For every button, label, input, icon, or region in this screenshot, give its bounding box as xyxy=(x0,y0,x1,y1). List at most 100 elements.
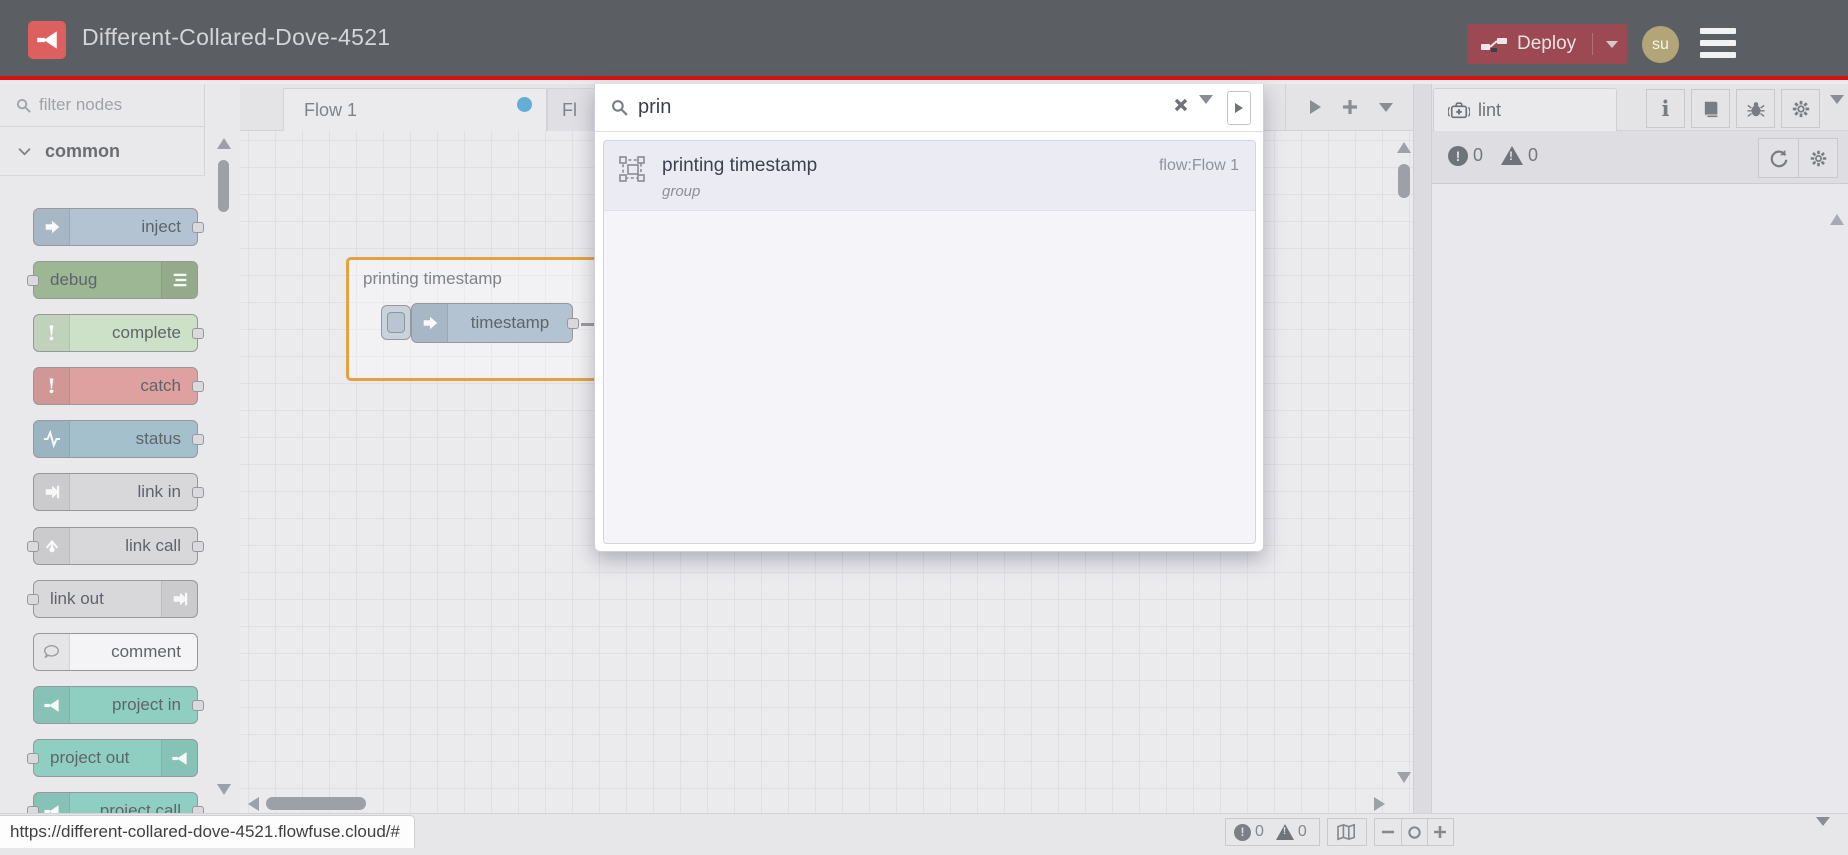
app-header: Different-Collared-Dove-4521 Deploy su xyxy=(0,0,1848,80)
scroll-down-icon[interactable] xyxy=(1397,772,1411,783)
scroll-up-icon[interactable] xyxy=(1830,197,1844,225)
timestamp-inject-node[interactable]: timestamp xyxy=(411,303,579,343)
deploy-button[interactable]: Deploy xyxy=(1467,24,1627,64)
output-port[interactable] xyxy=(192,222,204,233)
browser-status-url: https://different-collared-dove-4521.flo… xyxy=(0,815,415,848)
sidebar-overflow-caret[interactable] xyxy=(1830,95,1844,122)
tabbar-toolbar xyxy=(1285,84,1403,130)
output-port[interactable] xyxy=(192,381,204,392)
result-flow-label: flow:Flow 1 xyxy=(1158,157,1239,174)
clear-search-icon[interactable] xyxy=(1173,97,1189,113)
result-type: group xyxy=(662,183,701,200)
output-port[interactable] xyxy=(192,487,204,498)
palette-node-catch[interactable]: ! catch xyxy=(33,367,204,405)
palette-node-debug[interactable]: debug xyxy=(27,261,198,299)
input-port[interactable] xyxy=(27,275,39,286)
notification-counts[interactable]: ! 0 0 xyxy=(1225,818,1320,846)
palette-node-project-in[interactable]: project in xyxy=(33,686,204,724)
scroll-up-icon[interactable] xyxy=(1397,142,1411,153)
node-group-printing-timestamp[interactable]: printing timestamp timestamp xyxy=(346,257,611,381)
flowfuse-logo-icon[interactable] xyxy=(28,21,66,59)
palette-node-comment[interactable]: comment xyxy=(33,633,198,671)
palette-node-link-call[interactable]: link call xyxy=(27,527,204,565)
sidebar-tabbar: lint i xyxy=(1432,84,1848,131)
canvas-vertical-scrollbar[interactable] xyxy=(1396,131,1413,795)
input-port[interactable] xyxy=(27,594,39,605)
output-port[interactable] xyxy=(192,541,204,552)
palette-node-link-out[interactable]: link out xyxy=(27,580,198,618)
scroll-left-icon[interactable] xyxy=(248,797,259,811)
palette-node-label: link call xyxy=(125,536,181,555)
tab-flow-2[interactable]: Fl xyxy=(547,88,597,131)
search-result-item[interactable]: printing timestamp group flow:Flow 1 xyxy=(604,141,1255,211)
palette-node-label: debug xyxy=(50,270,98,289)
user-avatar[interactable]: su xyxy=(1642,26,1679,63)
palette-node-label: inject xyxy=(141,217,181,236)
lint-counts: ! 0 0 xyxy=(1448,145,1538,166)
refresh-icon[interactable] xyxy=(1759,139,1798,177)
tab-flow-1[interactable]: Flow 1 xyxy=(283,88,547,131)
warning-icon xyxy=(1275,824,1294,840)
lint-settings-gear-icon[interactable] xyxy=(1798,139,1837,177)
scrollbar-thumb[interactable] xyxy=(1398,164,1410,198)
palette-node-complete[interactable]: ! complete xyxy=(33,314,204,352)
complete-icon: ! xyxy=(34,315,70,351)
input-port[interactable] xyxy=(27,753,39,764)
palette-node-label: complete xyxy=(112,323,181,342)
inject-trigger-button[interactable] xyxy=(381,305,411,340)
palette-scrollbar[interactable] xyxy=(205,84,240,813)
help-book-icon[interactable] xyxy=(1691,89,1730,128)
palette-node-project-out[interactable]: project out xyxy=(27,739,198,777)
node-red-editor: Different-Collared-Dove-4521 Deploy su f… xyxy=(0,0,1848,855)
error-icon: ! xyxy=(1448,145,1468,166)
scroll-right-icon[interactable] xyxy=(1374,797,1385,811)
sidebar-splitter[interactable] xyxy=(1413,84,1432,855)
lint-warning-count: 0 xyxy=(1528,145,1539,165)
output-port[interactable] xyxy=(192,328,204,339)
canvas-horizontal-scrollbar[interactable] xyxy=(240,795,1396,813)
output-port[interactable] xyxy=(192,434,204,445)
zoom-in-button[interactable] xyxy=(1426,819,1453,845)
palette-node-label: comment xyxy=(111,642,181,661)
palette-node-link-in[interactable]: link in xyxy=(33,473,204,511)
warning-icon xyxy=(1501,146,1524,165)
status-icon xyxy=(34,421,70,457)
result-title: printing timestamp xyxy=(662,155,818,176)
footer-warning-count: 0 xyxy=(1297,823,1307,840)
deploy-options-caret[interactable] xyxy=(1592,33,1619,55)
search-query-text: prin xyxy=(638,96,672,118)
output-port[interactable] xyxy=(192,700,204,711)
sidebar-tab-lint[interactable]: lint xyxy=(1433,88,1617,131)
search-options-caret[interactable] xyxy=(1199,95,1213,122)
node-palette: filter nodes common inject debug ! compl… xyxy=(0,84,240,830)
palette-category-common[interactable]: common xyxy=(0,127,205,176)
scroll-tabs-right-icon[interactable] xyxy=(1310,100,1321,114)
scroll-down-icon[interactable] xyxy=(217,784,231,795)
palette-node-label: link in xyxy=(137,482,181,501)
lint-medkit-icon xyxy=(1448,100,1470,120)
main-menu-icon[interactable] xyxy=(1700,28,1736,58)
footer-error-count: 0 xyxy=(1255,823,1264,840)
palette-node-inject[interactable]: inject xyxy=(33,208,204,246)
scrollbar-thumb[interactable] xyxy=(218,160,229,212)
zoom-out-button[interactable] xyxy=(1375,819,1401,845)
scroll-up-icon[interactable] xyxy=(217,138,231,149)
add-flow-button[interactable] xyxy=(1341,98,1359,116)
search-input[interactable]: prin xyxy=(595,84,1263,132)
deploy-icon xyxy=(1481,35,1507,53)
output-port[interactable] xyxy=(567,318,579,329)
palette-node-status[interactable]: status xyxy=(33,420,204,458)
search-next-button[interactable] xyxy=(1227,91,1251,125)
zoom-reset-button[interactable] xyxy=(1400,819,1427,845)
footer-expand-caret[interactable] xyxy=(1816,817,1830,844)
inject-icon xyxy=(412,304,448,342)
info-tab-icon[interactable]: i xyxy=(1646,89,1685,128)
settings-gear-icon[interactable] xyxy=(1781,89,1820,128)
palette-filter-input[interactable]: filter nodes xyxy=(0,84,205,127)
project-in-icon xyxy=(34,687,70,723)
scrollbar-thumb[interactable] xyxy=(266,797,366,810)
navigator-map-button[interactable] xyxy=(1326,818,1367,846)
input-port[interactable] xyxy=(27,541,39,552)
flow-list-caret[interactable] xyxy=(1379,102,1393,112)
debug-bug-icon[interactable] xyxy=(1736,89,1775,128)
